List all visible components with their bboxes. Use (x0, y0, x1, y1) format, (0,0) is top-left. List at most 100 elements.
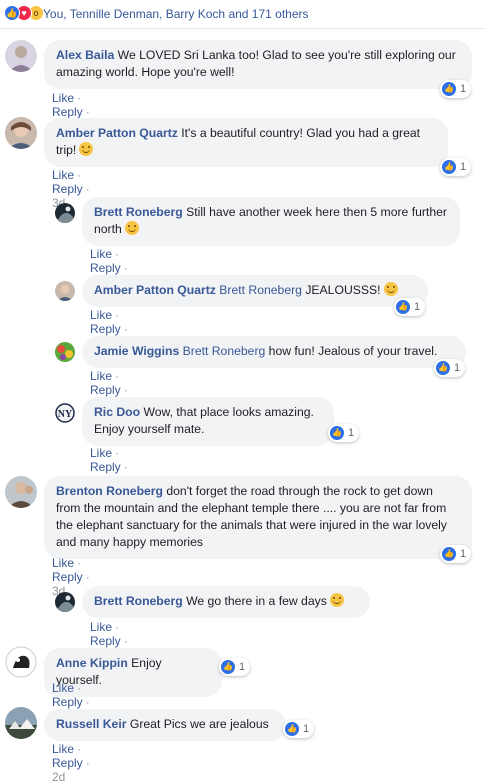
like-link[interactable]: Like (90, 620, 112, 634)
comment-actions: Like· Reply· 2d (52, 742, 93, 784)
reply-link[interactable]: Reply (90, 383, 121, 397)
comment-like-count[interactable]: 👍 1 (283, 720, 315, 738)
separator: · (77, 681, 82, 695)
reply-link[interactable]: Reply (52, 182, 83, 196)
like-icon: 👍 (436, 361, 450, 375)
svg-text:NY: NY (58, 409, 73, 420)
avatar[interactable] (55, 281, 75, 301)
separator: · (115, 308, 120, 322)
like-icon: 👍 (442, 160, 456, 174)
comment-like-count[interactable]: 👍 1 (434, 359, 466, 377)
like-link[interactable]: Like (52, 91, 74, 105)
comment-author[interactable]: Brett Roneberg (94, 594, 183, 608)
comment-bubble: Jamie Wiggins Brett Roneberg how fun! Je… (82, 336, 466, 368)
avatar[interactable] (5, 117, 37, 149)
separator: · (123, 634, 128, 648)
like-icon: 👍 (330, 426, 344, 440)
separator: · (85, 756, 90, 770)
like-link[interactable]: Like (52, 742, 74, 756)
comment-author[interactable]: Amber Patton Quartz (56, 126, 178, 140)
comment-like-count[interactable]: 👍 1 (440, 158, 472, 176)
comment-like-count[interactable]: 👍 1 (440, 80, 472, 98)
comment-bubble: Amber Patton Quartz It's a beautiful cou… (44, 118, 448, 167)
separator: · (115, 369, 120, 383)
comment-mention[interactable]: Brett Roneberg (219, 283, 302, 297)
like-icon: 👍 (442, 82, 456, 96)
separator: · (123, 322, 128, 336)
reactions-bar[interactable]: 👍 ♥ o You, Tennille Denman, Barry Koch a… (0, 0, 485, 29)
separator: · (115, 247, 120, 261)
separator: · (115, 446, 120, 460)
comment-like-count[interactable]: 👍 1 (219, 658, 251, 676)
comment-bubble: Amber Patton Quartz Brett Roneberg JEALO… (82, 275, 428, 307)
smiley-emoji-icon (383, 282, 398, 296)
like-reaction-icon: 👍 (4, 5, 20, 21)
separator: · (85, 105, 90, 119)
comment-text: JEALOUSSS! (305, 283, 381, 297)
avatar[interactable] (55, 342, 75, 362)
avatar[interactable] (5, 476, 37, 508)
reply-link[interactable]: Reply (52, 570, 83, 584)
comment-author[interactable]: Alex Baila (56, 48, 114, 62)
comment-text: We LOVED Sri Lanka too! Glad to see you'… (56, 48, 456, 79)
reactions-summary[interactable]: You, Tennille Denman, Barry Koch and 171… (43, 7, 309, 21)
separator: · (85, 695, 90, 709)
avatar[interactable] (5, 707, 37, 739)
smiley-emoji-icon (124, 221, 139, 235)
reply-link[interactable]: Reply (52, 105, 83, 119)
like-link[interactable]: Like (90, 308, 112, 322)
comment-author[interactable]: Ric Doo (94, 405, 140, 419)
avatar[interactable] (5, 40, 37, 72)
like-icon: 👍 (396, 300, 410, 314)
avatar[interactable]: NY (55, 403, 75, 423)
like-icon: 👍 (285, 722, 299, 736)
like-icon: 👍 (442, 547, 456, 561)
separator: · (77, 556, 82, 570)
reply-link[interactable]: Reply (52, 756, 83, 770)
avatar[interactable] (5, 646, 37, 678)
separator: · (123, 261, 128, 275)
comment-text: Great Pics we are jealous (129, 717, 269, 731)
comment-mention[interactable]: Brett Roneberg (183, 344, 266, 358)
comment-author[interactable]: Anne Kippin (56, 656, 128, 670)
comment-bubble: Ric Doo Wow, that place looks amazing. E… (82, 397, 334, 446)
comment-author[interactable]: Brett Roneberg (94, 205, 183, 219)
reply-link[interactable]: Reply (90, 322, 121, 336)
comment-like-count[interactable]: 👍 1 (394, 298, 426, 316)
separator: · (77, 168, 82, 182)
like-icon: 👍 (221, 660, 235, 674)
comment-text: how fun! Jealous of your travel. (268, 344, 438, 358)
comment-bubble: Alex Baila We LOVED Sri Lanka too! Glad … (44, 40, 472, 89)
avatar[interactable] (55, 203, 75, 223)
comment-author[interactable]: Brenton Roneberg (56, 484, 163, 498)
separator: · (123, 460, 128, 474)
comment-bubble: Brett Roneberg We go there in a few days (82, 586, 370, 618)
like-link[interactable]: Like (52, 681, 74, 695)
separator: · (85, 570, 90, 584)
avatar[interactable] (55, 592, 75, 612)
separator: · (85, 182, 90, 196)
like-link[interactable]: Like (90, 369, 112, 383)
like-link[interactable]: Like (52, 556, 74, 570)
comment-author[interactable]: Amber Patton Quartz (94, 283, 216, 297)
smiley-emoji-icon (79, 142, 94, 156)
smiley-emoji-icon (329, 593, 344, 607)
like-link[interactable]: Like (52, 168, 74, 182)
comment-like-count[interactable]: 👍 1 (328, 424, 360, 442)
reply-link[interactable]: Reply (90, 261, 121, 275)
comment-time[interactable]: 2d (52, 770, 65, 784)
separator: · (123, 383, 128, 397)
separator: · (115, 620, 120, 634)
separator: · (77, 742, 82, 756)
comment-author[interactable]: Jamie Wiggins (94, 344, 179, 358)
comment-author[interactable]: Russell Keir (56, 717, 126, 731)
comment-bubble: Brett Roneberg Still have another week h… (82, 197, 460, 246)
reply-link[interactable]: Reply (90, 460, 121, 474)
comment-like-count[interactable]: 👍 1 (440, 545, 472, 563)
reply-link[interactable]: Reply (90, 634, 121, 648)
like-link[interactable]: Like (90, 247, 112, 261)
separator: · (77, 91, 82, 105)
like-link[interactable]: Like (90, 446, 112, 460)
reply-link[interactable]: Reply (52, 695, 83, 709)
comment-bubble: Russell Keir Great Pics we are jealous (44, 709, 286, 741)
